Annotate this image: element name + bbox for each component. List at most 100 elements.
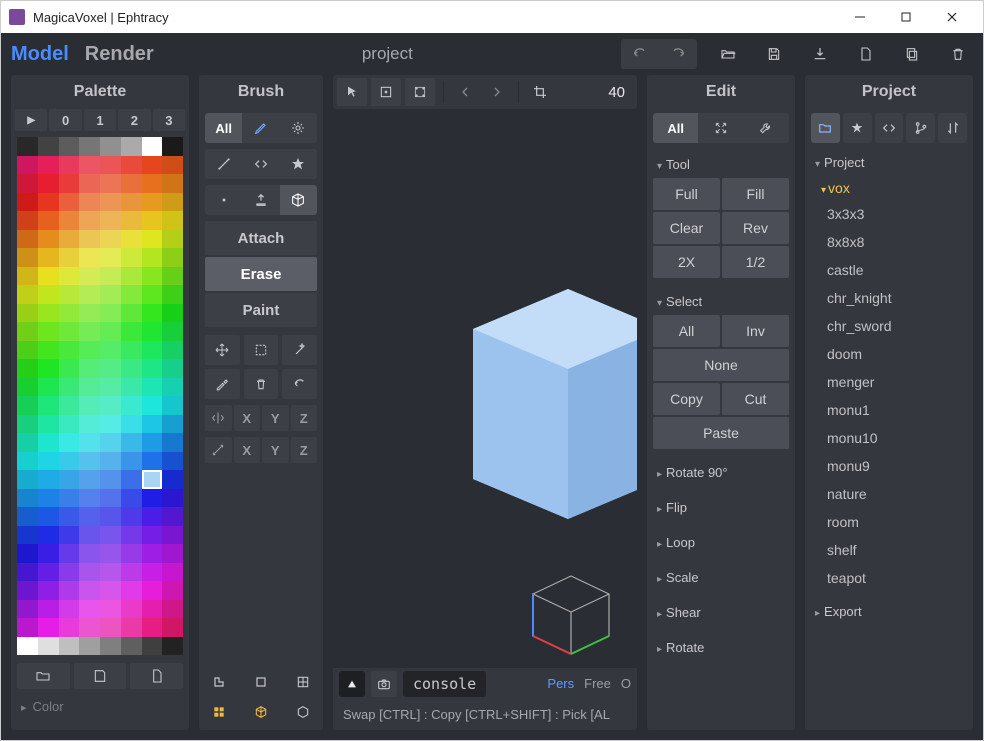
palette-swatch[interactable] [162,378,183,397]
palette-swatch[interactable] [162,489,183,508]
palette-swatch[interactable] [100,470,121,489]
palette-swatch[interactable] [100,396,121,415]
palette-swatch[interactable] [79,600,100,619]
palette-swatch[interactable] [38,341,59,360]
palette-swatch[interactable] [121,230,142,249]
palette-swatch[interactable] [59,174,80,193]
tab-model[interactable]: Model [11,43,69,66]
palette-swatch[interactable] [162,230,183,249]
fit-view-button[interactable] [371,78,401,106]
palette-swatch[interactable] [162,526,183,545]
palette-swatch[interactable] [142,563,163,582]
palette-swatch[interactable] [121,396,142,415]
palette-tab-2[interactable]: 2 [118,109,150,131]
palette-swatch[interactable] [38,211,59,230]
palette-swatch[interactable] [142,174,163,193]
edit-all-button[interactable]: All [653,113,698,143]
duplicate-button[interactable] [897,39,927,69]
tool-half-button[interactable]: 1/2 [722,246,789,278]
palette-swatch[interactable] [162,396,183,415]
eyedropper-tool[interactable] [205,369,240,399]
palette-swatch[interactable] [38,174,59,193]
palette-swatch[interactable] [59,396,80,415]
palette-swatch[interactable] [38,322,59,341]
palette-swatch[interactable] [59,267,80,286]
palette-swatch[interactable] [100,304,121,323]
palette-swatch[interactable] [142,322,163,341]
palette-swatch[interactable] [162,637,183,656]
palette-swatch[interactable] [142,415,163,434]
palette-swatch[interactable] [142,211,163,230]
project-item[interactable]: shelf [813,536,965,564]
palette-swatch[interactable] [17,396,38,415]
palette-swatch[interactable] [121,359,142,378]
undo-button[interactable] [621,39,659,69]
magic-wand-tool[interactable] [282,335,317,365]
palette-swatch[interactable] [142,359,163,378]
palette-swatch[interactable] [162,322,183,341]
palette-swatch[interactable] [142,470,163,489]
palette-swatch[interactable] [59,507,80,526]
edit-transform-button[interactable] [698,113,743,143]
palette-swatch[interactable] [121,526,142,545]
project-item[interactable]: 8x8x8 [813,228,965,256]
palette-swatch[interactable] [17,544,38,563]
palette-swatch[interactable] [121,470,142,489]
palette-swatch[interactable] [79,267,100,286]
mode-attach-button[interactable]: Attach [205,221,317,255]
palette-swatch[interactable] [142,581,163,600]
section-select-toggle[interactable]: Select [653,288,789,315]
move-tool[interactable] [205,335,240,365]
select-inv-button[interactable]: Inv [722,315,789,347]
snap-grid-button[interactable] [405,78,435,106]
new-file-button[interactable] [851,39,881,69]
palette-swatch[interactable] [17,470,38,489]
section-export-toggle[interactable]: Export [811,598,967,625]
palette-swatch[interactable] [38,304,59,323]
palette-swatch[interactable] [162,544,183,563]
palette-swatch[interactable] [38,230,59,249]
brush-box-tool[interactable] [280,185,317,215]
palette-swatch[interactable] [121,322,142,341]
project-item[interactable]: room [813,508,965,536]
palette-swatch[interactable] [38,193,59,212]
cam-mode-pers[interactable]: Pers [547,676,574,691]
palette-swatch[interactable] [38,581,59,600]
palette-swatch[interactable] [17,137,38,156]
axis-x-button[interactable]: X [234,437,261,463]
palette-swatch[interactable] [79,285,100,304]
palette-swatch[interactable] [100,359,121,378]
palette-swatch[interactable] [121,507,142,526]
palette-swatch[interactable] [79,470,100,489]
palette-swatch[interactable] [79,248,100,267]
palette-swatch[interactable] [79,637,100,656]
project-item[interactable]: teapot [813,564,965,592]
palette-swatch[interactable] [162,304,183,323]
view-grid-button[interactable] [291,670,315,694]
palette-swatch[interactable] [79,378,100,397]
palette-swatch[interactable] [121,433,142,452]
brush-pattern-tool[interactable] [242,149,279,179]
section-scale-toggle[interactable]: Scale [653,564,789,591]
tool-2x-button[interactable]: 2X [653,246,720,278]
axis-y-button[interactable]: Y [262,437,289,463]
tool-rev-button[interactable]: Rev [722,212,789,244]
cam-mode-orth[interactable]: O [621,676,631,691]
palette-swatch[interactable] [59,563,80,582]
palette-swatch[interactable] [17,285,38,304]
cursor-tool-button[interactable] [337,78,367,106]
palette-swatch[interactable] [59,341,80,360]
palette-swatch[interactable] [121,600,142,619]
window-maximize-button[interactable] [883,1,929,33]
palette-swatch[interactable] [59,359,80,378]
section-loop-toggle[interactable]: Loop [653,529,789,556]
palette-swatch[interactable] [38,378,59,397]
palette-swatch[interactable] [142,137,163,156]
palette-swatch[interactable] [17,507,38,526]
project-item[interactable]: castle [813,256,965,284]
palette-swatch[interactable] [121,248,142,267]
palette-swatch[interactable] [79,433,100,452]
brush-all-button[interactable]: All [205,113,242,143]
palette-swatch[interactable] [121,637,142,656]
palette-swatch[interactable] [38,248,59,267]
